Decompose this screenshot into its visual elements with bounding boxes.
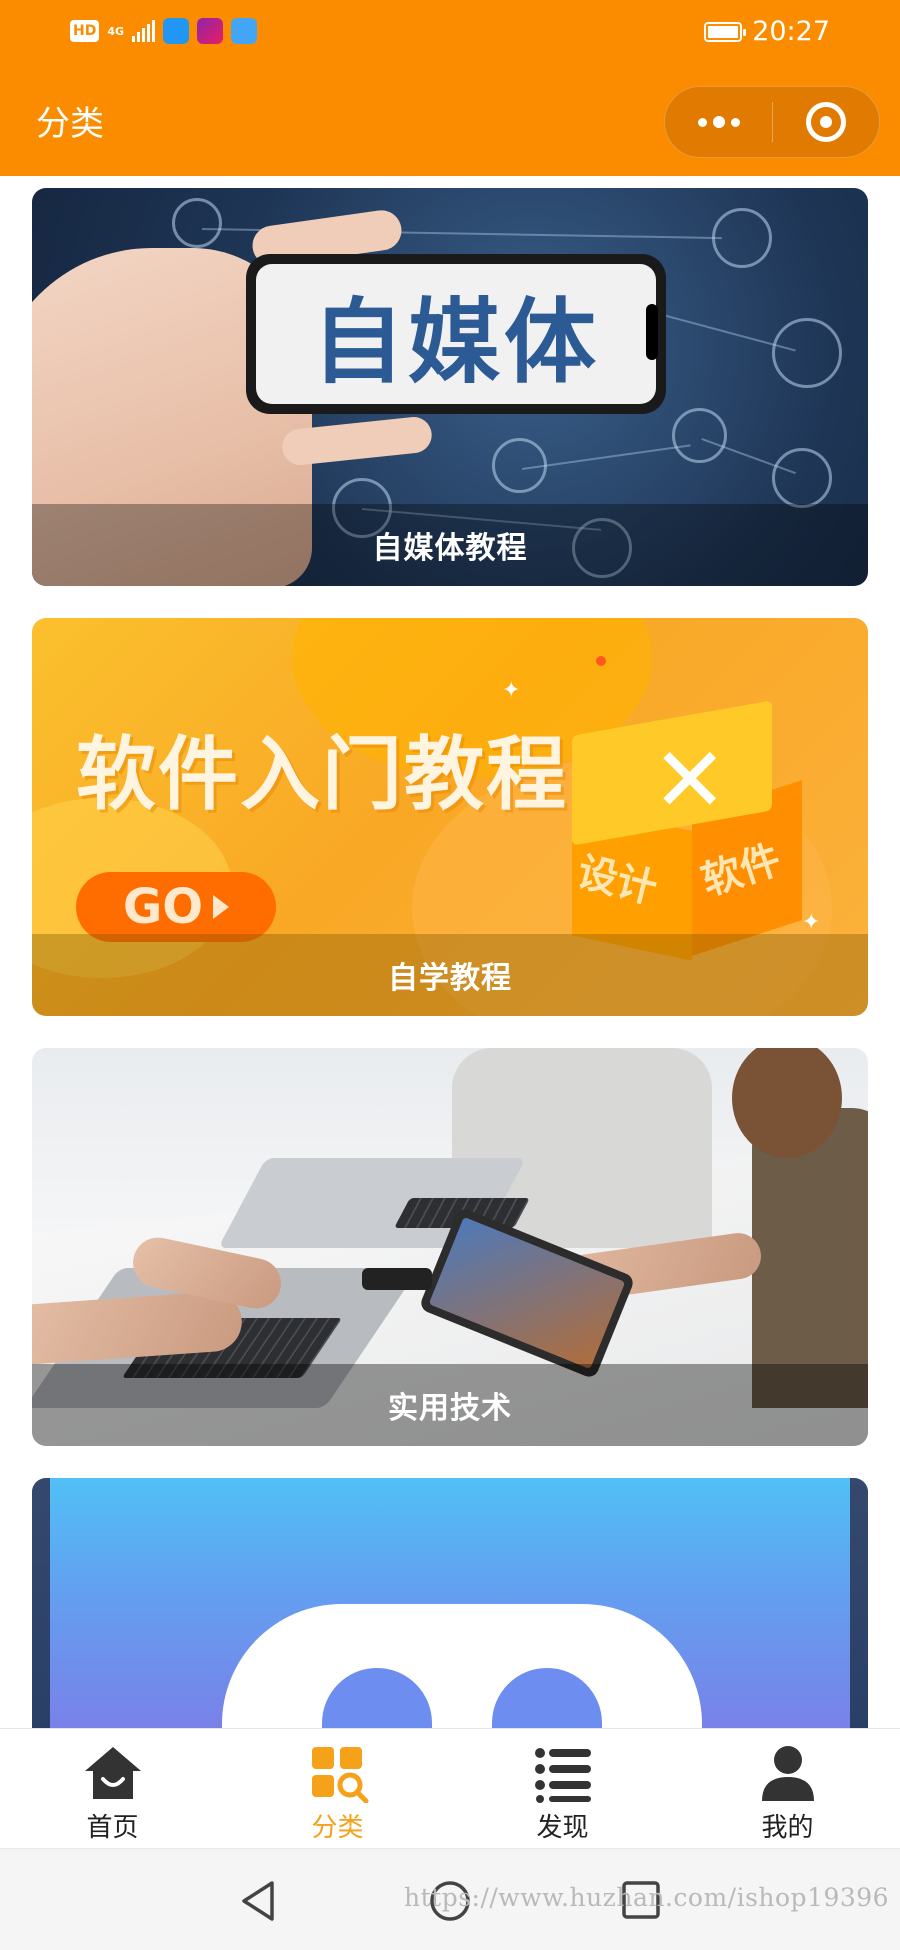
play-triangle-icon <box>213 895 230 919</box>
tab-discover[interactable]: 发现 <box>450 1729 675 1848</box>
sparkle-icon: ✦ <box>502 678 521 703</box>
more-dots-icon[interactable] <box>665 87 772 157</box>
category-icon <box>306 1743 370 1804</box>
network-label: 4G <box>107 24 125 38</box>
go-button: GO <box>76 872 276 942</box>
system-navigation-bar: https://www.huzhan.com/ishop19396 <box>0 1848 900 1950</box>
navigation-bar: 分类 <box>0 66 900 176</box>
mini-program-capsule <box>664 86 880 158</box>
status-bar: HD 4G 20:27 <box>0 0 900 66</box>
app-notification-icon <box>163 18 190 44</box>
tab-category[interactable]: 分类 <box>225 1729 450 1848</box>
status-right: 20:27 <box>704 16 830 47</box>
category-card-self-media[interactable]: 自媒体 自媒体教程 <box>32 188 868 586</box>
category-label: 自学教程 <box>32 934 868 1016</box>
watermark-text: https://www.huzhan.com/ishop19396 <box>404 1883 890 1912</box>
banner-text: 自媒体 <box>256 264 656 404</box>
clean-app-icon <box>231 18 258 44</box>
tab-label: 发现 <box>536 1813 589 1843</box>
category-label: 自媒体教程 <box>32 504 868 586</box>
tab-label: 我的 <box>761 1813 814 1843</box>
back-icon[interactable] <box>238 1879 278 1927</box>
gift-box-illustration: ✕ 设计 软件 <box>552 700 802 961</box>
tab-home[interactable]: 首页 <box>0 1729 225 1848</box>
phone-on-desk <box>362 1268 432 1290</box>
category-card-4[interactable] <box>32 1478 868 1728</box>
list-icon <box>531 1743 595 1803</box>
category-card-practical-tech[interactable]: 实用技术 <box>32 1048 868 1446</box>
target-close-icon[interactable] <box>773 87 879 157</box>
home-icon <box>81 1743 145 1803</box>
tab-bar: 首页 分类 发现 我的 <box>0 1728 900 1848</box>
sparkle-icon: ✦ <box>802 910 821 935</box>
category-label: 实用技术 <box>32 1364 868 1446</box>
category-list[interactable]: 自媒体 自媒体教程 软件入门教程 GO ✕ 设计 软件 ✦ ✦ 自学教程 实用技… <box>0 176 900 1728</box>
category-card-self-study[interactable]: 软件入门教程 GO ✕ 设计 软件 ✦ ✦ 自学教程 <box>32 618 868 1016</box>
battery-icon <box>704 21 747 42</box>
phone-image: 自媒体 <box>246 254 666 414</box>
clock: 20:27 <box>752 16 830 47</box>
m-logo <box>222 1604 702 1728</box>
go-label: GO <box>122 879 204 935</box>
user-icon <box>756 1743 820 1803</box>
banner-title: 软件入门教程 <box>76 728 568 821</box>
hd-badge: HD <box>70 20 100 42</box>
status-left: HD 4G <box>70 18 258 44</box>
signal-icon <box>132 20 156 42</box>
cross-icon: ✕ <box>652 728 728 833</box>
tab-label: 首页 <box>86 1813 139 1843</box>
video-app-icon <box>197 18 224 44</box>
tab-label: 分类 <box>311 1813 364 1843</box>
tab-mine[interactable]: 我的 <box>675 1729 900 1848</box>
page-title: 分类 <box>36 104 104 144</box>
